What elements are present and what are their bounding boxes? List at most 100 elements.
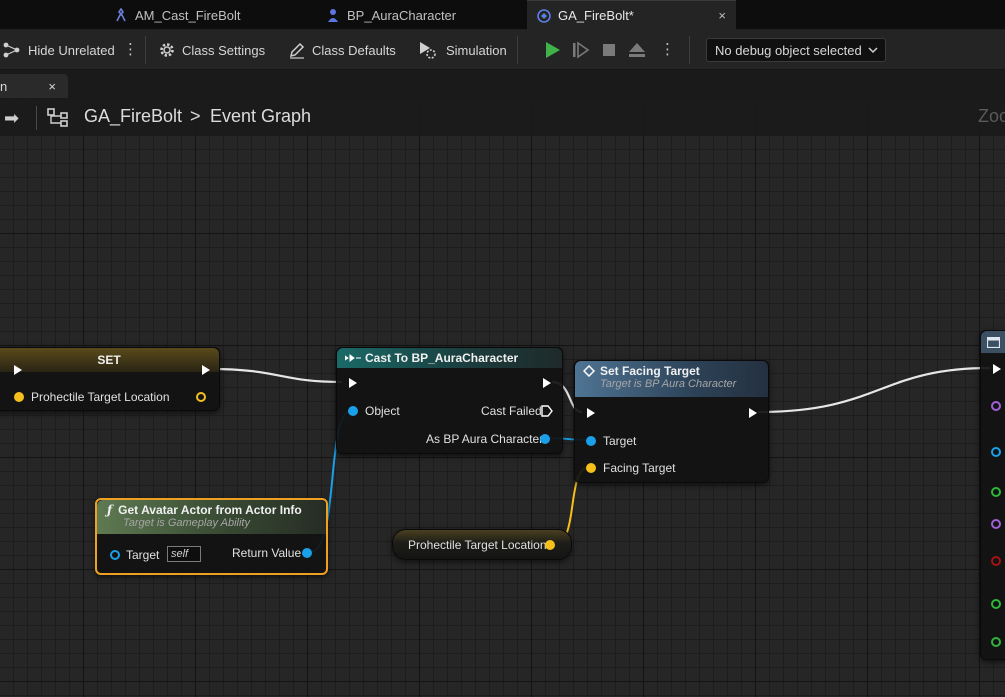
stop-icon [603,44,615,56]
hide-unrelated-button[interactable]: Hide Unrelated [2,30,115,70]
node-title: Get Avatar Actor from Actor Info [118,503,302,517]
target-self-field[interactable]: self [167,546,201,562]
target-in-pin[interactable] [110,550,120,560]
class-defaults-button[interactable]: Class Defaults [288,30,396,70]
class-in-pin[interactable] [991,401,1001,411]
pin-label: Target [603,434,637,448]
stop-button[interactable] [599,40,619,60]
object-in-pin[interactable] [586,436,596,446]
offscreen-function-node[interactable] [980,330,1005,660]
node-subtitle: Target is BP Aura Character [600,378,737,390]
blueprint-toolbar: Hide Unrelated ⋮ Class Settings Class De… [0,30,1005,70]
exec-in-pin[interactable] [14,365,22,375]
pencil-icon [289,42,305,59]
toolbar-divider [517,36,518,64]
advance-frame-button[interactable] [571,40,591,60]
pin-label: Prohectile Target Location [408,538,547,552]
zoom-label: Zoo [978,106,1005,126]
pin-label: Cast Failed [481,404,542,418]
cast-failed-exec-pin[interactable] [541,405,553,417]
panel-tab-label: n [0,78,8,94]
graph-breadcrumb-bar: ➡ GA_FireBolt > Event Graph Zoo [0,100,1005,136]
graph-panel-tab-row: n × [0,70,1005,100]
object-out-pin[interactable] [540,434,550,444]
vector-out-pin[interactable] [545,540,555,550]
exec-out-pin[interactable] [543,378,551,388]
forward-arrow-icon[interactable]: ➡ [4,108,19,129]
node-header: Set Facing Target Target is BP Aura Char… [575,361,768,397]
tab-am-cast-firebolt[interactable]: AM_Cast_FireBolt [104,0,250,30]
pin-label: Object [365,404,400,418]
character-icon [328,9,338,22]
node-title: Set Facing Target [600,364,700,378]
get-avatar-actor-node[interactable]: ƒ Get Avatar Actor from Actor Info Targe… [95,498,328,575]
exec-in-pin[interactable] [349,378,357,388]
tab-bp-auracharacter[interactable]: BP_AuraCharacter [316,0,466,30]
node-header: SET [0,348,219,372]
tab-label: AM_Cast_FireBolt [135,7,241,23]
float-in-pin[interactable] [991,599,1001,609]
object-in-pin[interactable] [991,447,1001,457]
vector-in-pin[interactable] [14,392,24,402]
tab-label: GA_FireBolt* [558,8,634,23]
breadcrumb-separator: > [190,106,201,126]
hide-unrelated-icon [3,42,20,58]
gear-icon [160,43,174,57]
simulation-icon [420,42,436,59]
exec-in-pin[interactable] [993,364,1001,374]
pin-label: As BP Aura Character [426,432,544,446]
set-facing-target-node[interactable]: Set Facing Target Target is BP Aura Char… [574,360,769,483]
exec-out-pin[interactable] [202,365,210,375]
hide-unrelated-options-icon[interactable]: ⋮ [123,41,138,59]
float-in-pin[interactable] [991,637,1001,647]
object-in-pin[interactable] [348,406,358,416]
breadcrumb-divider [36,106,37,130]
play-options-icon[interactable]: ⋮ [660,41,675,59]
close-icon[interactable]: × [48,79,56,94]
function-diamond-icon [583,365,595,377]
object-out-pin[interactable] [302,548,312,558]
node-title: Cast To BP_AuraCharacter [365,351,519,365]
hide-unrelated-label: Hide Unrelated [28,42,115,58]
eject-icon [629,43,645,57]
breadcrumb-graph-name[interactable]: GA_FireBolt [84,106,182,127]
play-icon [546,42,560,58]
node-title: SET [97,353,121,367]
eject-button[interactable] [627,40,647,60]
vector-out-pin[interactable] [196,392,206,402]
pin-label: Target [126,548,160,562]
panel-tab[interactable]: n × [0,74,68,98]
bool-in-pin[interactable] [991,556,1001,566]
event-graph-canvas[interactable]: ➡ GA_FireBolt > Event Graph Zoo SET Proh… [0,100,1005,697]
node-header: Cast To BP_AuraCharacter [337,348,562,368]
set-variable-node[interactable]: SET Prohectile Target Location [0,347,220,411]
pin-label: Prohectile Target Location [31,390,170,404]
step-icon [573,41,590,59]
exec-out-pin[interactable] [749,408,757,418]
simulation-label: Simulation [446,42,507,58]
function-icon: ƒ [107,503,113,517]
float-in-pin[interactable] [991,487,1001,497]
class-defaults-label: Class Defaults [312,42,396,58]
node-header: ƒ Get Avatar Actor from Actor Info Targe… [97,500,326,534]
cast-to-node[interactable]: Cast To BP_AuraCharacter Object Cast Fai… [336,347,563,454]
simulation-button[interactable]: Simulation [418,30,507,70]
debug-object-select[interactable]: No debug object selected [706,38,886,62]
tab-label: BP_AuraCharacter [347,7,457,23]
node-subtitle: Target is Gameplay Ability [123,517,250,529]
graph-hierarchy-icon [47,108,68,127]
play-button[interactable] [542,40,562,60]
breadcrumb-page[interactable]: Event Graph [210,106,311,127]
class-settings-button[interactable]: Class Settings [158,30,265,70]
document-tab-bar: AM_Cast_FireBolt BP_AuraCharacter GA_Fir… [0,0,1005,30]
class-in-pin[interactable] [991,519,1001,529]
exec-wire [757,366,991,414]
close-tab-icon[interactable]: × [718,8,726,23]
exec-in-pin[interactable] [587,408,595,418]
blueprint-icon [537,8,551,23]
get-variable-node[interactable]: Prohectile Target Location [392,529,572,560]
chevron-down-icon [868,47,878,54]
node-type-icon [987,336,1000,348]
vector-in-pin[interactable] [586,463,596,473]
tab-ga-firebolt[interactable]: GA_FireBolt* × [527,0,736,30]
